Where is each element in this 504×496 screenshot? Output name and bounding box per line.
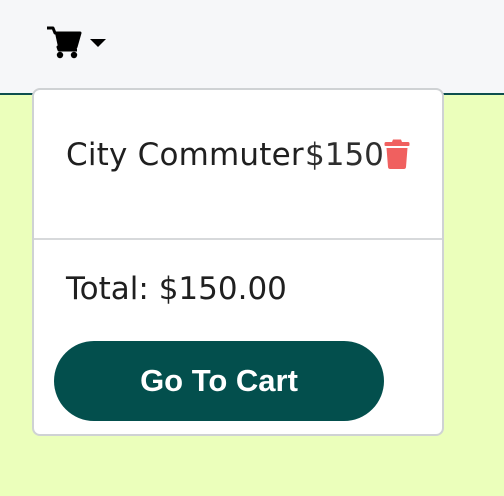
cart-dropdown: City Commuter $150 Total: $150.00 Go To … xyxy=(32,88,444,436)
cart-total: Total: $150.00 xyxy=(66,271,287,307)
shopping-cart-icon xyxy=(47,26,82,59)
navbar xyxy=(0,0,504,95)
cart-item: City Commuter $150 xyxy=(34,90,442,240)
go-to-cart-button[interactable]: Go To Cart xyxy=(54,341,384,421)
caret-down-icon xyxy=(90,39,106,47)
cart-item-price: $150 xyxy=(305,137,384,173)
cart-dropdown-toggle[interactable] xyxy=(46,24,106,60)
cart-item-name: City Commuter xyxy=(66,137,304,173)
trash-icon[interactable] xyxy=(384,138,410,170)
